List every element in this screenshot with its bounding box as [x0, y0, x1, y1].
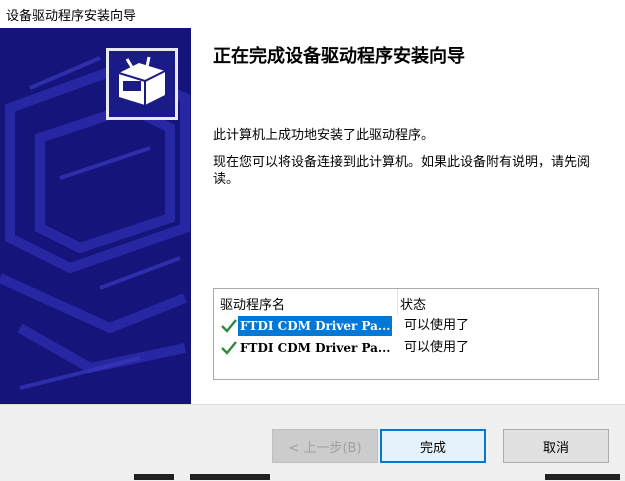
driver-list[interactable]: 驱动程序名 状态 FTDI CDM Driver Pa... 可以使用了 FTD… [213, 288, 599, 380]
success-message: 此计算机上成功地安装了此驱动程序。 [213, 128, 435, 143]
driver-status: 可以使用了 [404, 340, 470, 355]
cancel-button[interactable]: 取消 [503, 429, 609, 463]
page-title: 正在完成设备驱动程序安装向导 [213, 46, 465, 67]
instruction-message: 现在您可以将设备连接到此计算机。如果此设备附有说明，请先阅读。 [213, 155, 591, 187]
driver-name: FTDI CDM Driver Pa... [238, 316, 393, 336]
button-bar: < 上一步(B) 完成 取消 [0, 404, 625, 481]
wizard-content: 正在完成设备驱动程序安装向导 此计算机上成功地安装了此驱动程序。 现在您可以将设… [191, 28, 625, 404]
column-divider[interactable] [397, 289, 398, 315]
checkmark-icon [221, 341, 237, 355]
driver-status: 可以使用了 [404, 318, 470, 333]
taskbar-edge [0, 474, 625, 480]
checkmark-icon [221, 319, 237, 333]
list-item[interactable]: FTDI CDM Driver Pa... 可以使用了 [214, 337, 598, 359]
column-header-name[interactable]: 驱动程序名 [220, 294, 390, 313]
window-title: 设备驱动程序安装向导 [6, 9, 137, 24]
list-item[interactable]: FTDI CDM Driver Pa... 可以使用了 [214, 315, 598, 337]
back-button[interactable]: < 上一步(B) [272, 429, 378, 463]
finish-button[interactable]: 完成 [380, 429, 486, 463]
device-logo-icon [106, 48, 178, 120]
title-bar: 设备驱动程序安装向导 [0, 0, 625, 28]
list-header: 驱动程序名 状态 [214, 289, 598, 315]
column-header-status[interactable]: 状态 [400, 294, 426, 313]
driver-name: FTDI CDM Driver Pa... [240, 341, 391, 355]
